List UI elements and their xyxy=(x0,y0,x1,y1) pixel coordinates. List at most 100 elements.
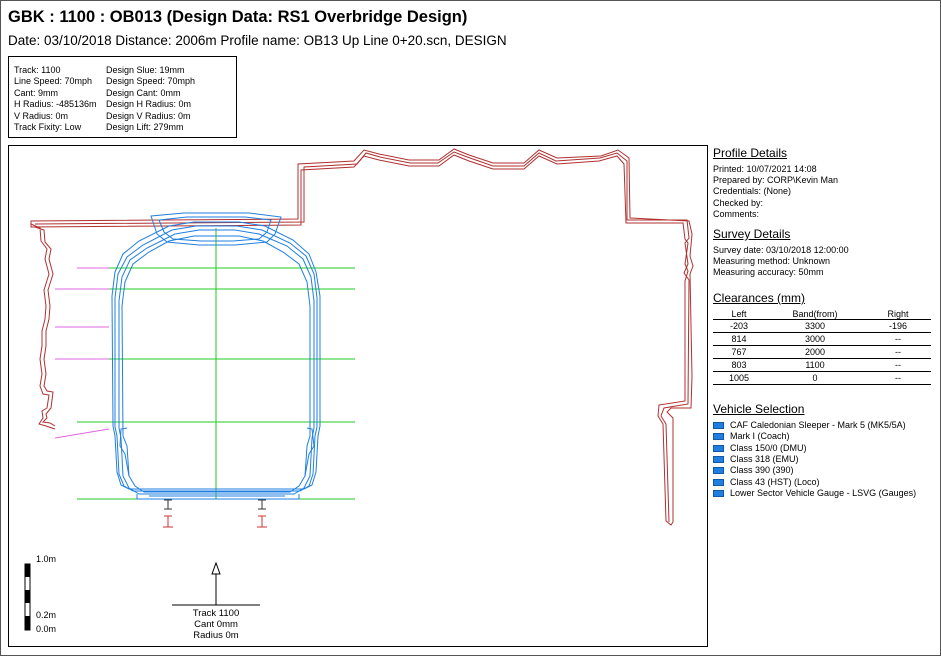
rail-right-design xyxy=(257,515,267,528)
table-cell: 2000 xyxy=(765,345,865,359)
clearance-markers xyxy=(54,267,110,439)
vehicle-swatch xyxy=(713,444,724,452)
table-cell: 1005 xyxy=(713,371,765,385)
track-info-item: Track: 1100 xyxy=(14,65,61,75)
design-info-item: Design Slue: 19mm xyxy=(106,65,185,75)
track-info-right: Design Slue: 19mm Design Speed: 70mph De… xyxy=(106,65,195,133)
survey-detail-row: Survey date: 03/10/2018 12:00:00 xyxy=(713,245,849,255)
table-cell: 0 xyxy=(765,371,865,385)
clearances-heading: Clearances (mm) xyxy=(713,291,806,305)
table-cell: -- xyxy=(865,358,931,372)
clearances-section: Clearances (mm) Left Band(from) Right -2… xyxy=(713,291,935,385)
table-cell: -- xyxy=(865,345,931,359)
table-cell: -196 xyxy=(865,319,931,333)
design-info-item: Design Speed: 70mph xyxy=(106,76,196,87)
vehicle-item[interactable]: Class 150/0 (DMU) xyxy=(713,443,935,454)
table-row: -203 3300 -196 xyxy=(713,319,931,333)
table-cell: 803 xyxy=(713,358,765,372)
profile-drawing: 1.0m 0.2m 0.0m Track 1100 Cant 0mm Radiu… xyxy=(8,145,708,647)
design-info-item: Design V Radius: 0m xyxy=(106,110,191,121)
profile-detail-row: Credentials: (None) xyxy=(713,186,792,197)
radius-label: Radius 0m xyxy=(193,630,238,641)
vehicle-item[interactable]: Mark I (Coach) xyxy=(713,431,935,442)
rail-right xyxy=(258,499,266,510)
design-info-item: Design Cant: 0mm xyxy=(106,87,181,98)
table-row: 1005 0 -- xyxy=(713,371,931,385)
column-header: Left xyxy=(731,309,747,319)
vehicle-swatch xyxy=(713,478,724,486)
vehicle-swatch xyxy=(713,422,724,430)
survey-detail-row: Measuring accuracy: 50mm xyxy=(713,267,824,278)
track-info-box: Track: 1100 Line Speed: 70mph Cant: 9mm … xyxy=(8,56,237,138)
table-cell: 814 xyxy=(713,332,765,346)
vehicle-item[interactable]: CAF Caledonian Sleeper - Mark 5 (MK5/5A) xyxy=(713,420,935,431)
profile-details: Profile Details Printed: 10/07/2021 14:0… xyxy=(713,146,935,220)
track-info-item: H Radius: -485136m xyxy=(14,99,97,110)
vehicle-label: Class 150/0 (DMU) xyxy=(730,442,807,453)
scale-label-02m: 0.2m xyxy=(36,610,56,620)
vehicle-swatch xyxy=(713,467,724,475)
track-info-left: Track: 1100 Line Speed: 70mph Cant: 9mm … xyxy=(14,65,97,133)
rail-left xyxy=(164,499,172,510)
design-info-item: Design Lift: 279mm xyxy=(106,121,184,132)
profile-detail-row: Checked by: xyxy=(713,197,764,208)
vehicle-outline xyxy=(119,427,315,477)
table-cell: -203 xyxy=(713,319,765,333)
track-label: Track 1100 xyxy=(193,608,239,619)
column-header: Right xyxy=(887,309,909,319)
track-info-item: Track Fixity: Low xyxy=(14,121,82,132)
clearances-header-row: Left Band(from) Right xyxy=(713,309,931,320)
vehicle-item[interactable]: Class 43 (HST) (Loco) xyxy=(713,476,935,487)
vehicle-swatch xyxy=(713,433,724,441)
vehicle-label: Class 390 (390) xyxy=(730,465,794,476)
profile-detail-row: Comments: xyxy=(713,208,760,219)
vehicle-selection: Vehicle Selection CAF Caledonian Sleeper… xyxy=(713,402,935,499)
table-cell: 3000 xyxy=(765,332,865,346)
table-cell: 3300 xyxy=(765,319,865,333)
survey-details: Survey Details Survey date: 03/10/2018 1… xyxy=(713,227,935,279)
profile-detail-row: Prepared by: CORP\Kevin Man xyxy=(713,175,839,186)
vehicle-selection-heading: Vehicle Selection xyxy=(713,402,805,416)
vehicle-label: Mark I (Coach) xyxy=(730,431,790,442)
track-info-item: Line Speed: 70mph xyxy=(14,76,93,87)
vehicle-label: Lower Sector Vehicle Gauge - LSVG (Gauge… xyxy=(730,487,917,498)
table-cell: -- xyxy=(865,371,931,385)
rail-left-design xyxy=(163,515,173,528)
clearances-table: Left Band(from) Right -203 3300 -196 814… xyxy=(713,309,931,385)
vehicle-label: Class 318 (EMU) xyxy=(730,453,799,464)
table-row: 803 1100 -- xyxy=(713,358,931,372)
structure-outline xyxy=(30,148,694,526)
track-indicator: Track 1100 Cant 0mm Radius 0m xyxy=(172,561,260,641)
page-subtitle: Date: 03/10/2018 Distance: 2006m Profile… xyxy=(8,33,507,48)
vehicle-item[interactable]: Class 318 (EMU) xyxy=(713,454,935,465)
rails xyxy=(163,499,267,528)
profile-svg: 1.0m 0.2m 0.0m Track 1100 Cant 0mm Radiu… xyxy=(24,148,694,641)
vehicle-label: CAF Caledonian Sleeper - Mark 5 (MK5/5A) xyxy=(730,420,906,431)
vehicle-underframe xyxy=(136,491,300,500)
scale-label-0m: 0.0m xyxy=(36,624,56,634)
vehicle-swatch xyxy=(713,456,724,464)
scale-label-1m: 1.0m xyxy=(36,554,56,564)
structure-outer-line xyxy=(30,148,694,526)
clearance-marker xyxy=(54,428,110,439)
survey-detail-row: Measuring method: Unknown xyxy=(713,256,831,267)
vehicle-item[interactable]: Class 390 (390) xyxy=(713,465,935,476)
vehicle-label: Class 43 (HST) (Loco) xyxy=(730,476,820,487)
table-cell: 767 xyxy=(713,345,765,359)
column-header: Band(from) xyxy=(792,309,838,319)
table-cell: 1100 xyxy=(765,358,865,372)
design-info-item: Design H Radius: 0m xyxy=(106,99,192,110)
up-arrow-icon xyxy=(211,561,221,575)
vehicle-item[interactable]: Lower Sector Vehicle Gauge - LSVG (Gauge… xyxy=(713,488,935,499)
cant-label: Cant 0mm xyxy=(194,619,238,630)
scale-bar: 1.0m 0.2m 0.0m xyxy=(24,554,56,634)
table-row: 767 2000 -- xyxy=(713,345,931,359)
survey-details-heading: Survey Details xyxy=(713,227,791,241)
page-title: GBK : 1100 : OB013 (Design Data: RS1 Ove… xyxy=(8,8,468,26)
profile-detail-row: Printed: 10/07/2021 14:08 xyxy=(713,164,817,174)
vehicle-swatch xyxy=(713,489,724,497)
table-cell: -- xyxy=(865,332,931,346)
structure-inner-line xyxy=(34,151,690,523)
profile-details-heading: Profile Details xyxy=(713,146,788,160)
structure-left-wall xyxy=(30,223,56,430)
